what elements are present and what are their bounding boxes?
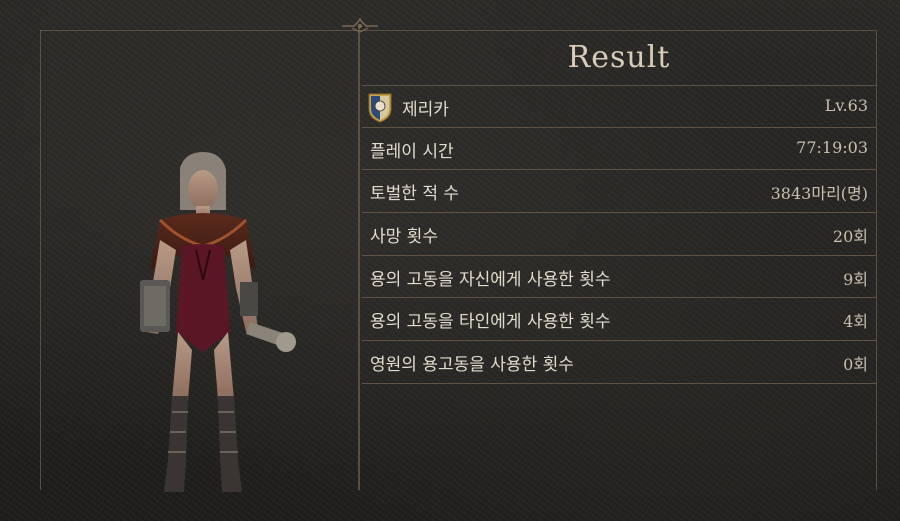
stat-label: 용의 고동을 타인에게 사용한 횟수: [370, 312, 611, 332]
character-level: Lv.63: [824, 96, 868, 115]
stat-value: 4회: [843, 312, 868, 331]
stat-row-deaths: 사망 횟수 20회: [362, 213, 876, 255]
stat-row-play-time: 플레이 시간 77:19:03: [362, 128, 876, 170]
result-panel: Result 제리카 Lv.63 플레이 시간 77:19:03 토벌한 적 수…: [362, 30, 876, 490]
frame-right-line: [876, 30, 877, 490]
frame-divider-line: [358, 24, 360, 490]
character-portrait: [140, 152, 296, 492]
result-title: Result: [567, 40, 671, 75]
stat-row-wakestone-others: 용의 고동을 타인에게 사용한 횟수 4회: [362, 298, 876, 340]
frame-left-line: [40, 30, 41, 490]
stat-row-wakestone-self: 용의 고동을 자신에게 사용한 횟수 9회: [362, 256, 876, 298]
stat-label: 토벌한 적 수: [370, 184, 460, 204]
character-name: 제리카: [402, 100, 449, 120]
stat-value: 77:19:03: [796, 138, 868, 157]
character-row: 제리카 Lv.63: [362, 86, 876, 128]
stat-label: 플레이 시간: [370, 142, 454, 162]
stat-row-eternal-wakestone: 영원의 용고동을 사용한 횟수 0회: [362, 341, 876, 383]
row-divider: [362, 383, 876, 384]
stat-label: 영원의 용고동을 사용한 횟수: [370, 355, 574, 375]
stat-value: 3843마리(명): [770, 184, 868, 203]
stat-label: 사망 횟수: [370, 227, 438, 247]
stat-label: 용의 고동을 자신에게 사용한 횟수: [370, 270, 611, 290]
vocation-shield-emblem-icon: [368, 93, 392, 123]
result-screen: Result 제리카 Lv.63 플레이 시간 77:19:03 토벌한 적 수…: [0, 0, 900, 521]
stat-value: 9회: [843, 270, 868, 289]
stat-value: 20회: [832, 227, 868, 246]
stat-row-enemies-defeated: 토벌한 적 수 3843마리(명): [362, 170, 876, 212]
stat-value: 0회: [843, 355, 868, 374]
